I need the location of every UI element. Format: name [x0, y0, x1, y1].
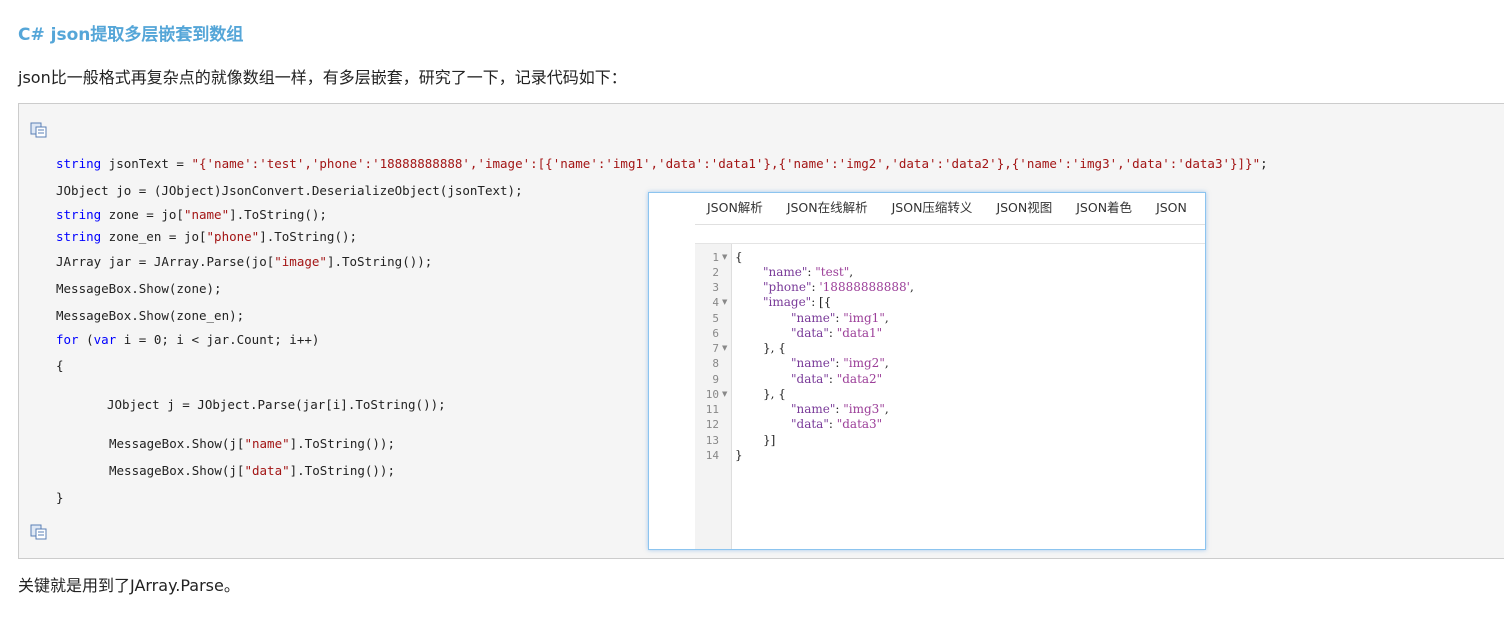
- json-line: "name": "img3",: [791, 402, 889, 416]
- code-line-1: string jsonText = "{'name':'test','phone…: [56, 156, 1268, 171]
- code-line-13: }: [56, 490, 64, 505]
- intro-text: json比一般格式再复杂点的就像数组一样，有多层嵌套，研究了一下，记录代码如下：: [18, 68, 627, 87]
- line-number-gutter: 1 ▼ 2 3 4 ▼ 5 6 7 ▼ 8 9 10 ▼ 11 12 13 14: [695, 244, 732, 549]
- json-line: "data": "data2": [791, 372, 883, 386]
- copy-icon[interactable]: [30, 524, 48, 540]
- fold-arrow-icon[interactable]: ▼: [722, 253, 727, 261]
- tab-json-online-parse[interactable]: JSON在线解析: [775, 193, 880, 223]
- copy-icon[interactable]: [30, 122, 48, 138]
- line-number: 6: [712, 327, 719, 340]
- article-title: C# json提取多层嵌套到数组: [18, 25, 244, 45]
- line-number: 14: [705, 449, 719, 462]
- json-line: }: [735, 448, 743, 462]
- tab-json-more[interactable]: JSON: [1144, 193, 1199, 223]
- line-number: 10: [705, 388, 719, 401]
- line-number: 12: [705, 418, 719, 431]
- json-line: {: [735, 250, 743, 264]
- tab-json-compress-escape[interactable]: JSON压缩转义: [880, 193, 985, 223]
- code-line-4: string zone_en = jo["phone"].ToString();: [56, 229, 358, 244]
- line-number: 7: [712, 342, 719, 355]
- line-number: 1: [712, 251, 719, 264]
- line-number: 9: [712, 373, 719, 386]
- code-line-6: MessageBox.Show(zone);: [56, 281, 222, 296]
- code-line-7: MessageBox.Show(zone_en);: [56, 308, 245, 323]
- json-line: "name": "test",: [763, 265, 854, 279]
- json-line: }]: [763, 433, 776, 447]
- line-number: 3: [712, 281, 719, 294]
- code-line-8: for (var i = 0; i < jar.Count; i++): [56, 332, 320, 347]
- tab-json-view[interactable]: JSON视图: [984, 193, 1064, 223]
- code-line-3: string zone = jo["name"].ToString();: [56, 207, 327, 222]
- json-editor[interactable]: 1 ▼ 2 3 4 ▼ 5 6 7 ▼ 8 9 10 ▼ 11 12 13 14 { "…: [695, 243, 1205, 549]
- code-line-12: MessageBox.Show(j["data"].ToString());: [109, 463, 395, 478]
- code-line-2: JObject jo = (JObject)JsonConvert.Deseri…: [56, 183, 523, 198]
- line-number: 11: [705, 403, 719, 416]
- json-line: "data": "data3": [791, 417, 883, 431]
- tab-divider: [695, 224, 1205, 225]
- tab-json-parse[interactable]: JSON解析: [695, 193, 775, 223]
- line-number: 4: [712, 296, 719, 309]
- json-tool-tabs: JSON解析 JSON在线解析 JSON压缩转义 JSON视图 JSON着色 JSON: [695, 193, 1205, 223]
- tab-json-color[interactable]: JSON着色: [1064, 193, 1144, 223]
- json-line: "name": "img1",: [791, 311, 889, 325]
- json-line: }, {: [763, 387, 786, 401]
- fold-arrow-icon[interactable]: ▼: [722, 298, 727, 306]
- line-number: 5: [712, 312, 719, 325]
- code-line-9: {: [56, 358, 64, 373]
- fold-arrow-icon[interactable]: ▼: [722, 344, 727, 352]
- code-line-11: MessageBox.Show(j["name"].ToString());: [109, 436, 395, 451]
- outro-text: 关键就是用到了JArray.Parse。: [18, 576, 240, 595]
- json-line: "image": [{: [763, 295, 832, 309]
- json-line: "phone": '18888888888',: [763, 280, 914, 294]
- line-number: 8: [712, 357, 719, 370]
- line-number: 13: [705, 434, 719, 447]
- code-line-10: JObject j = JObject.Parse(jar[i].ToStrin…: [107, 397, 446, 412]
- code-line-5: JArray jar = JArray.Parse(jo["image"].To…: [56, 254, 433, 269]
- json-line: "name": "img2",: [791, 356, 889, 370]
- json-line: "data": "data1": [791, 326, 883, 340]
- line-number: 2: [712, 266, 719, 279]
- json-viewer-screenshot: JSON解析 JSON在线解析 JSON压缩转义 JSON视图 JSON着色 JSON 1…: [648, 192, 1206, 550]
- json-line: }, {: [763, 341, 786, 355]
- fold-arrow-icon[interactable]: ▼: [722, 390, 727, 398]
